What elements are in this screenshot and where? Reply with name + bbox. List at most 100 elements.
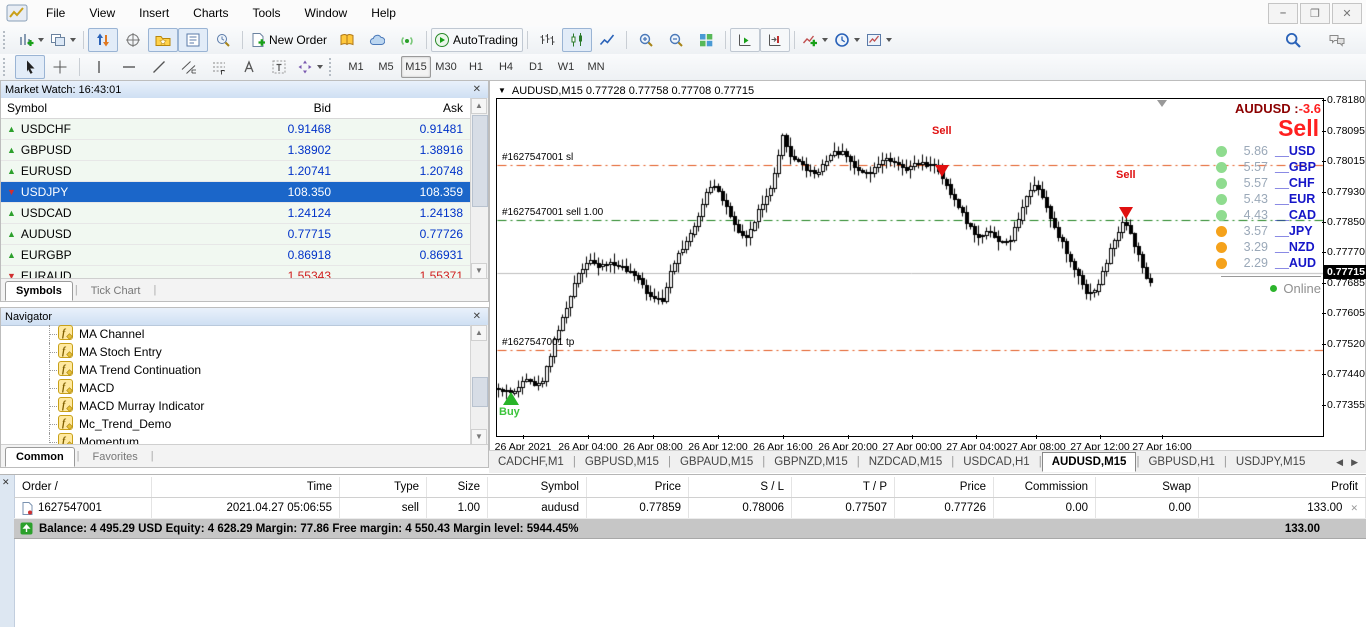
navigator-item-ma-stoch-entry[interactable]: f MA Stoch Entry	[1, 343, 471, 361]
chart-tab-gbpusd-m15[interactable]: GBPUSD,M15	[576, 453, 668, 471]
menu-insert[interactable]: Insert	[127, 2, 181, 24]
equidistant-channel-tool[interactable]	[174, 55, 204, 79]
chart-shift-marker[interactable]	[1157, 100, 1167, 107]
menu-help[interactable]: Help	[359, 2, 408, 24]
chart-tab-gbpaud-m15[interactable]: GBPAUD,M15	[671, 453, 762, 471]
tab-tick-chart[interactable]: Tick Chart	[80, 281, 152, 301]
arrows-tool[interactable]	[294, 55, 326, 79]
vertical-line-tool[interactable]	[84, 55, 114, 79]
zoom-in-button[interactable]	[631, 28, 661, 52]
horizontal-line-tool[interactable]	[114, 55, 144, 79]
market-watch-toggle[interactable]	[88, 28, 118, 52]
profiles-button[interactable]	[47, 28, 79, 52]
chevron-down-icon[interactable]	[853, 38, 860, 42]
scroll-down-icon[interactable]: ▼	[471, 263, 487, 279]
order-row-1627547001[interactable]: 1627547001 2021.04.27 05:06:55 sell 1.00 aud…	[14, 498, 1366, 519]
timeframe-m30[interactable]: M30	[431, 56, 461, 78]
column-header-commission[interactable]: Commission	[994, 477, 1096, 497]
navigator-item-macd-murray-indicator[interactable]: f MACD Murray Indicator	[1, 397, 471, 415]
column-header-symbol[interactable]: Symbol	[488, 477, 587, 497]
market-watch-row-gbpusd[interactable]: ▲ GBPUSD 1.38902 1.38916	[1, 140, 471, 161]
text-label-tool[interactable]	[264, 55, 294, 79]
timeframe-m1[interactable]: M1	[341, 56, 371, 78]
signals-button[interactable]	[392, 28, 422, 52]
templates-button[interactable]	[863, 28, 895, 52]
zoom-out-button[interactable]	[661, 28, 691, 52]
new-chart-button[interactable]	[15, 28, 47, 52]
close-icon[interactable]: ✕	[2, 477, 10, 488]
market-watch-row-eurusd[interactable]: ▲ EURUSD 1.20741 1.20748	[1, 161, 471, 182]
chart-tab-usdjpy-m15[interactable]: USDJPY,M15	[1227, 453, 1314, 471]
chart-shift-button[interactable]	[759, 28, 790, 52]
timeframe-h4[interactable]: H4	[491, 56, 521, 78]
restore-button[interactable]: ❐	[1300, 2, 1330, 24]
market-watch-row-usdchf[interactable]: ▲ USDCHF 0.91468 0.91481	[1, 119, 471, 140]
search-button[interactable]	[1278, 28, 1308, 52]
tab-scroll-left-icon[interactable]: ◀	[1336, 457, 1343, 468]
new-order-button[interactable]: New Order	[247, 28, 332, 52]
market-watch-row-audusd[interactable]: ▲ AUDUSD 0.77715 0.77726	[1, 224, 471, 245]
column-header-order-[interactable]: Order /	[14, 477, 152, 497]
column-header-profit[interactable]: Profit	[1199, 477, 1366, 497]
menu-view[interactable]: View	[77, 2, 127, 24]
navigator-item-ma-channel[interactable]: f MA Channel	[1, 325, 471, 343]
navigator-scrollbar[interactable]: ▲ ▼	[470, 325, 488, 445]
menu-window[interactable]: Window	[293, 2, 360, 24]
timeframe-m15[interactable]: M15	[401, 56, 431, 78]
close-icon[interactable]: ✕	[470, 311, 484, 322]
tab-favorites[interactable]: Favorites	[82, 447, 149, 467]
charts-cloud-button[interactable]	[362, 28, 392, 52]
autotrading-button[interactable]: AutoTrading	[431, 28, 523, 52]
column-header-size[interactable]: Size	[427, 477, 488, 497]
text-tool[interactable]	[234, 55, 264, 79]
chart-collapse-icon[interactable]: ▼	[498, 86, 506, 95]
fibonacci-tool[interactable]	[204, 55, 234, 79]
market-watch-row-usdjpy[interactable]: ▼ USDJPY 108.350 108.359	[1, 182, 471, 203]
strategy-tester-button[interactable]	[208, 28, 238, 52]
chart-tab-cadchf-m1[interactable]: CADCHF,M1	[489, 453, 573, 471]
close-position-icon[interactable]: ✕	[1350, 498, 1358, 518]
market-watch-scrollbar[interactable]: ▲ ▼	[470, 98, 488, 279]
chart-tab-audusd-m15[interactable]: AUDUSD,M15	[1041, 452, 1137, 472]
column-header-s-l[interactable]: S / L	[689, 477, 792, 497]
minimize-button[interactable]: –	[1268, 2, 1298, 24]
terminal-toggle[interactable]	[178, 28, 208, 52]
scroll-up-icon[interactable]: ▲	[471, 98, 487, 114]
navigator-toggle[interactable]	[148, 28, 178, 52]
chevron-down-icon[interactable]	[885, 38, 892, 42]
column-header-price[interactable]: Price	[587, 477, 689, 497]
menu-file[interactable]: File	[34, 2, 77, 24]
menu-charts[interactable]: Charts	[181, 2, 240, 24]
chevron-down-icon[interactable]	[38, 38, 44, 42]
scroll-down-icon[interactable]: ▼	[471, 429, 487, 445]
market-watch-row-eurgbp[interactable]: ▲ EURGBP 0.86918 0.86931	[1, 245, 471, 266]
timeframe-m5[interactable]: M5	[371, 56, 401, 78]
indicators-button[interactable]	[799, 28, 831, 52]
tile-windows-button[interactable]	[691, 28, 721, 52]
candle-chart-button[interactable]	[561, 28, 592, 52]
periods-button[interactable]	[831, 28, 863, 52]
column-header-price[interactable]: Price	[895, 477, 994, 497]
chart-tab-nzdcad-m15[interactable]: NZDCAD,M15	[860, 453, 951, 471]
navigator-item-macd[interactable]: f MACD	[1, 379, 471, 397]
timeframe-d1[interactable]: D1	[521, 56, 551, 78]
cursor-tool[interactable]	[15, 55, 45, 79]
navigator-item-mc-trend-demo[interactable]: f Mc_Trend_Demo	[1, 415, 471, 433]
market-watch-row-usdcad[interactable]: ▲ USDCAD 1.24124 1.24138	[1, 203, 471, 224]
data-window-button[interactable]	[118, 28, 148, 52]
close-button[interactable]: ✕	[1332, 2, 1362, 24]
timeframe-h1[interactable]: H1	[461, 56, 491, 78]
scroll-up-icon[interactable]: ▲	[471, 325, 487, 341]
community-chat-button[interactable]	[1322, 28, 1352, 52]
tab-common[interactable]: Common	[5, 447, 75, 467]
timeframe-w1[interactable]: W1	[551, 56, 581, 78]
menu-tools[interactable]: Tools	[241, 2, 293, 24]
column-header-t-p[interactable]: T / P	[792, 477, 895, 497]
navigator-item-ma-trend-continuation[interactable]: f MA Trend Continuation	[1, 361, 471, 379]
timeframe-mn[interactable]: MN	[581, 56, 611, 78]
tab-scroll-right-icon[interactable]: ▶	[1351, 457, 1358, 468]
chart-tab-gbpnzd-m15[interactable]: GBPNZD,M15	[765, 453, 857, 471]
tab-symbols[interactable]: Symbols	[5, 281, 73, 301]
chart-tab-usdcad-h1[interactable]: USDCAD,H1	[954, 453, 1038, 471]
column-header-type[interactable]: Type	[340, 477, 427, 497]
